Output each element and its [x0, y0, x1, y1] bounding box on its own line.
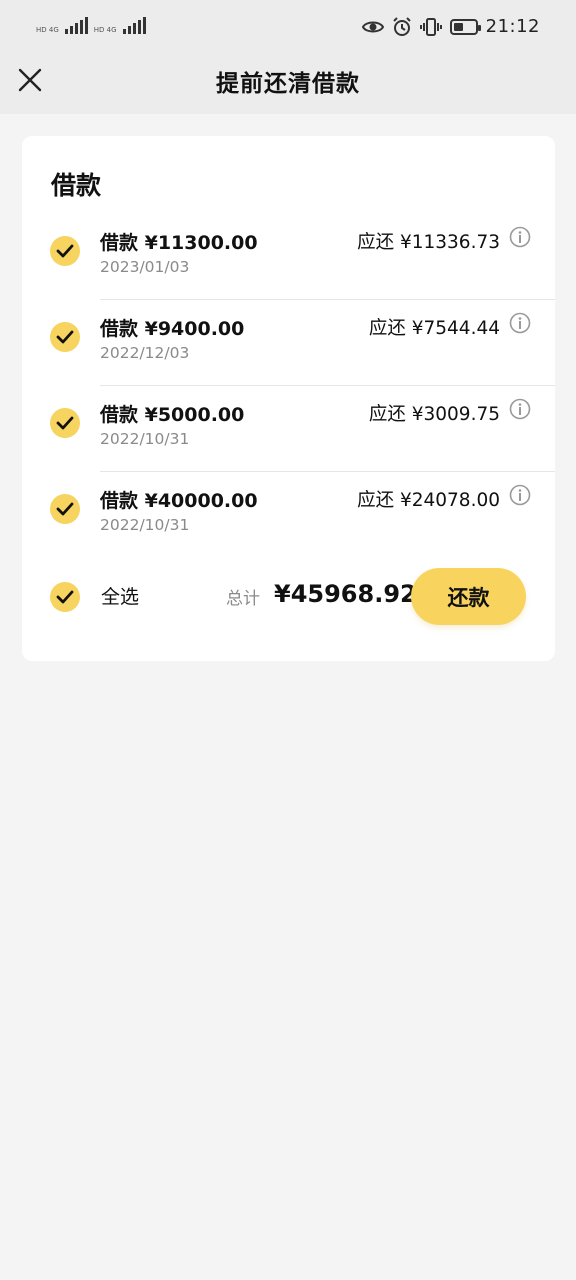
loan-checkbox[interactable] — [50, 408, 80, 438]
signal-icon — [64, 16, 88, 34]
loan-checkbox[interactable] — [50, 322, 80, 352]
loan-row[interactable]: 借款 ¥11300.00 2023/01/03 应还 ¥11336.73 — [22, 214, 555, 300]
loan-checkbox[interactable] — [50, 494, 80, 524]
signal-icon — [122, 16, 146, 34]
network-label-1: HD 4G — [36, 26, 59, 34]
network-text: HD 4G — [36, 26, 59, 34]
loan-date: 2022/10/31 — [100, 430, 190, 448]
info-icon[interactable] — [509, 312, 531, 334]
battery-icon — [449, 18, 481, 35]
nav-bar: 提前还清借款 — [0, 56, 576, 114]
info-icon[interactable] — [509, 484, 531, 506]
select-all-label[interactable]: 全选 — [101, 582, 139, 609]
loan-date: 2022/12/03 — [100, 344, 190, 362]
loan-amount: 借款 ¥5000.00 — [100, 404, 245, 426]
loan-amount: 借款 ¥9400.00 — [100, 318, 245, 340]
network-label-2: HD 4G — [94, 26, 117, 34]
vibrate-icon — [419, 17, 442, 36]
check-icon — [56, 502, 74, 516]
loan-due: 应还 ¥11336.73 — [357, 232, 500, 253]
repay-button[interactable]: 还款 — [411, 568, 526, 625]
loan-date: 2023/01/03 — [100, 258, 190, 276]
info-icon[interactable] — [509, 398, 531, 420]
status-bar: HD 4G HD 4G 21:12 — [0, 0, 576, 56]
check-icon — [56, 416, 74, 430]
status-time: 21:12 — [485, 16, 540, 37]
loan-row[interactable]: 借款 ¥5000.00 2022/10/31 应还 ¥3009.75 — [22, 386, 555, 472]
loan-due: 应还 ¥7544.44 — [368, 318, 500, 339]
select-all-checkbox[interactable] — [50, 582, 80, 612]
loan-amount: 借款 ¥40000.00 — [100, 490, 258, 512]
check-icon — [56, 330, 74, 344]
loan-due: 应还 ¥3009.75 — [368, 404, 500, 425]
loan-card: 借款 借款 ¥11300.00 2023/01/03 应还 ¥11336.73 … — [22, 136, 555, 661]
header: HD 4G HD 4G 21:12 提前还清借款 — [0, 0, 576, 114]
info-icon[interactable] — [509, 226, 531, 248]
status-icons: 21:12 — [361, 16, 540, 37]
alarm-icon — [392, 16, 411, 36]
network-text: HD 4G — [93, 26, 117, 34]
total-value: ¥45968.92 — [274, 580, 417, 608]
network-indicators: HD 4G HD 4G — [36, 16, 146, 34]
loan-amount: 借款 ¥11300.00 — [100, 232, 258, 254]
loan-row[interactable]: 借款 ¥40000.00 2022/10/31 应还 ¥24078.00 — [22, 472, 555, 558]
loan-row[interactable]: 借款 ¥9400.00 2022/12/03 应还 ¥7544.44 — [22, 300, 555, 386]
page-title: 提前还清借款 — [216, 71, 360, 97]
check-icon — [56, 244, 74, 258]
check-icon — [56, 590, 74, 604]
loan-date: 2022/10/31 — [100, 516, 190, 534]
card-title: 借款 — [51, 171, 102, 200]
loan-due: 应还 ¥24078.00 — [357, 490, 500, 511]
total-label: 总计 — [226, 589, 260, 609]
footer-bar: 全选 总计 ¥45968.92 还款 — [22, 568, 555, 626]
eye-icon — [361, 21, 384, 32]
loan-checkbox[interactable] — [50, 236, 80, 266]
